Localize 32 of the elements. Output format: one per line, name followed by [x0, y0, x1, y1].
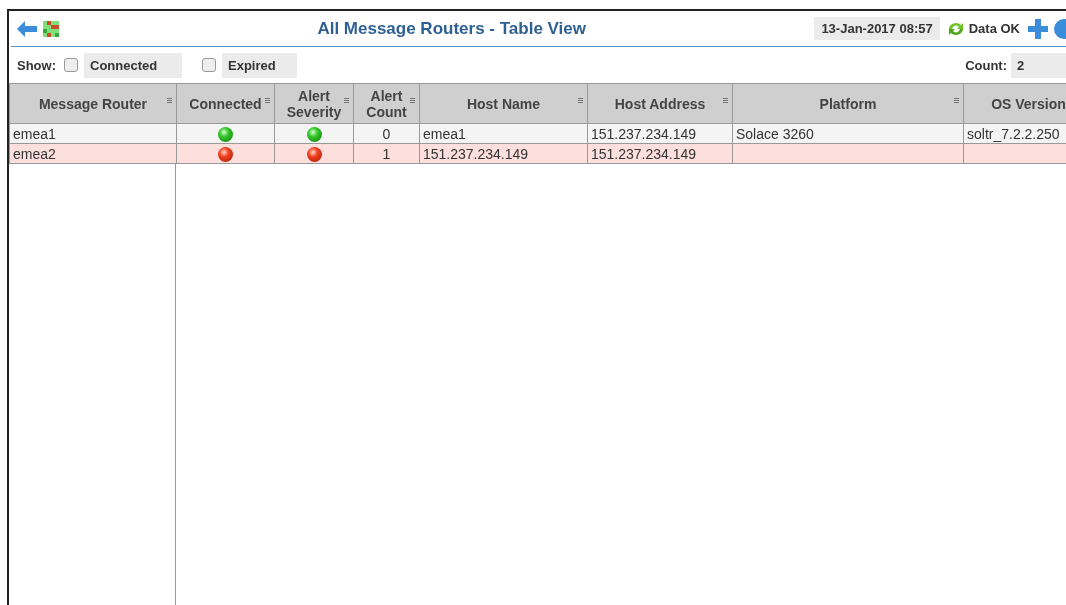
table-cell: Solace 3260	[736, 125, 814, 142]
count-value: 2	[1011, 52, 1066, 78]
table-cell: emea2	[9, 143, 177, 164]
column-header[interactable]: Platform	[732, 83, 964, 124]
column-menu-icon[interactable]	[344, 98, 349, 103]
column-header[interactable]: Alert Severity	[274, 83, 354, 124]
checkbox[interactable]	[64, 58, 78, 72]
show-label: Show:	[17, 57, 56, 73]
table-cell: soltr_7.2.2.250	[967, 125, 1060, 142]
column-menu-icon[interactable]	[954, 98, 959, 103]
column-header[interactable]: Host Name	[419, 83, 588, 124]
column-menu-icon[interactable]	[410, 98, 415, 103]
column-menu-icon[interactable]	[167, 98, 172, 103]
grid-icon[interactable]	[43, 20, 59, 37]
plus-icon[interactable]	[1028, 18, 1048, 39]
column-header[interactable]: Alert Count	[353, 83, 420, 124]
column-header[interactable]: OS Version	[963, 83, 1066, 124]
column-menu-icon[interactable]	[578, 98, 583, 103]
filter-label: Connected	[84, 52, 182, 78]
filter-label: Expired	[222, 52, 297, 78]
column-header[interactable]: Connected	[176, 83, 275, 124]
column-header[interactable]: Host Address	[587, 83, 733, 124]
table-cell: emea1	[9, 123, 177, 144]
column-menu-icon[interactable]	[265, 98, 270, 103]
data-status: Data OK	[968, 21, 1020, 36]
window-title: All Message Routers - Table View	[316, 18, 587, 39]
count-label: Count:	[965, 57, 1007, 73]
timestamp: 13-Jan-2017 08:57	[814, 17, 940, 40]
column-menu-icon[interactable]	[723, 98, 728, 103]
column-header[interactable]: Message Router	[9, 83, 177, 124]
back-arrow-icon[interactable]	[17, 20, 37, 37]
checkbox[interactable]	[202, 58, 216, 72]
